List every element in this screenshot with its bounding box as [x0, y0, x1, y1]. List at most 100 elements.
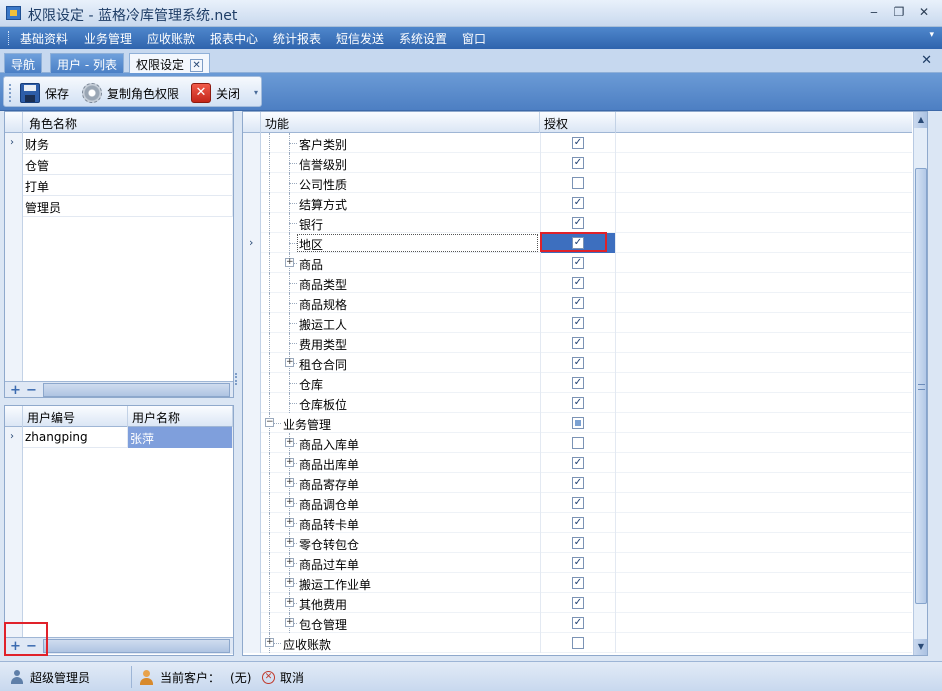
tree-function-cell[interactable]: + 商品寄存单	[261, 473, 541, 493]
auth-cell[interactable]: ✓	[540, 593, 616, 613]
tree-function-cell[interactable]: 银行	[261, 213, 541, 233]
roles-horizontal-scrollbar[interactable]	[43, 383, 230, 397]
auth-checkbox[interactable]: ✓	[572, 137, 584, 149]
menu-overflow-icon[interactable]: ▾	[929, 30, 934, 40]
tree-row[interactable]: + 零仓转包仓 ✓	[243, 533, 912, 553]
panel-close-icon[interactable]: ✕	[921, 53, 932, 68]
expand-icon[interactable]: +	[285, 458, 294, 467]
auth-checkbox[interactable]: ✓	[572, 617, 584, 629]
scroll-up-icon[interactable]: ▲	[914, 112, 927, 128]
auth-cell[interactable]: ✓	[540, 213, 616, 233]
save-button[interactable]: 保存	[20, 82, 69, 104]
tree-row[interactable]: 公司性质	[243, 173, 912, 193]
expand-icon[interactable]: +	[285, 258, 294, 267]
tree-function-cell[interactable]: − 业务管理	[261, 413, 541, 433]
auth-checkbox[interactable]: ✓	[572, 277, 584, 289]
auth-cell[interactable]: ✓	[540, 533, 616, 553]
tree-function-cell[interactable]: 仓库	[261, 373, 541, 393]
expand-icon[interactable]: +	[285, 578, 294, 587]
tree-function-cell[interactable]: 客户类别	[261, 133, 541, 153]
tree-vertical-scrollbar[interactable]: ▲ ▼	[913, 112, 927, 655]
role-name-cell[interactable]: 管理员	[23, 196, 233, 217]
auth-cell[interactable]: ✓	[540, 253, 616, 273]
tree-function-cell[interactable]: + 搬运工作业单	[261, 573, 541, 593]
tree-function-cell[interactable]: + 商品	[261, 253, 541, 273]
table-row[interactable]: 仓管	[5, 154, 233, 175]
auth-cell[interactable]: ✓	[540, 273, 616, 293]
collapse-icon[interactable]: −	[265, 418, 274, 427]
auth-checkbox[interactable]: ✓	[572, 597, 584, 609]
tree-function-cell[interactable]: 信誉级别	[261, 153, 541, 173]
menu-item-window[interactable]: 窗口	[462, 30, 486, 47]
auth-cell[interactable]: ✓	[540, 133, 616, 153]
remove-role-button[interactable]: −	[26, 383, 37, 397]
tree-row[interactable]: + 搬运工作业单 ✓	[243, 573, 912, 593]
tab-user-list[interactable]: 用户 - 列表	[50, 53, 124, 73]
table-row[interactable]: 管理员	[5, 196, 233, 217]
auth-cell[interactable]: ✓	[540, 453, 616, 473]
auth-checkbox[interactable]: ✓	[572, 497, 584, 509]
tree-row[interactable]: + 租仓合同 ✓	[243, 353, 912, 373]
tree-row[interactable]: + 商品入库单	[243, 433, 912, 453]
auth-checkbox[interactable]: ✓	[572, 357, 584, 369]
auth-cell[interactable]: ✓	[540, 493, 616, 513]
auth-checkbox[interactable]: ✓	[572, 577, 584, 589]
tree-function-cell[interactable]: + 商品调仓单	[261, 493, 541, 513]
auth-cell[interactable]: ✓	[540, 373, 616, 393]
table-row[interactable]: › zhangping 张萍	[5, 427, 233, 448]
tree-function-cell[interactable]: + 商品过车单	[261, 553, 541, 573]
column-header-role-name[interactable]: 角色名称	[23, 112, 233, 133]
status-cancel-button[interactable]: ✕ 取消	[262, 669, 304, 686]
tree-row[interactable]: 银行 ✓	[243, 213, 912, 233]
tree-row[interactable]: 仓库 ✓	[243, 373, 912, 393]
role-name-cell[interactable]: 打单	[23, 175, 233, 196]
scroll-thumb[interactable]	[915, 168, 927, 604]
menu-item-reports[interactable]: 报表中心	[210, 30, 258, 47]
tree-row[interactable]: 仓库板位 ✓	[243, 393, 912, 413]
tree-function-cell[interactable]: 费用类型	[261, 333, 541, 353]
tree-function-cell[interactable]: 地区	[261, 233, 541, 253]
menu-item-settings[interactable]: 系统设置	[399, 30, 447, 47]
auth-checkbox[interactable]	[572, 637, 584, 649]
tree-row[interactable]: + 商品出库单 ✓	[243, 453, 912, 473]
tree-row[interactable]: 费用类型 ✓	[243, 333, 912, 353]
auth-checkbox[interactable]: ✓	[572, 297, 584, 309]
scroll-down-icon[interactable]: ▼	[914, 639, 927, 655]
add-role-button[interactable]: +	[10, 383, 21, 397]
tree-row[interactable]: 结算方式 ✓	[243, 193, 912, 213]
tree-function-cell[interactable]: 公司性质	[261, 173, 541, 193]
role-name-cell[interactable]: 财务	[23, 133, 233, 154]
close-window-button[interactable]: ✕	[914, 5, 934, 21]
auth-cell[interactable]: ✓	[540, 353, 616, 373]
auth-cell[interactable]: ✓	[540, 573, 616, 593]
tree-function-cell[interactable]: + 商品转卡单	[261, 513, 541, 533]
tree-row[interactable]: + 包仓管理 ✓	[243, 613, 912, 633]
tree-function-cell[interactable]: 商品类型	[261, 273, 541, 293]
table-row[interactable]: › 财务	[5, 133, 233, 154]
auth-checkbox[interactable]: ✓	[572, 197, 584, 209]
menu-item-basic-data[interactable]: 基础资料	[20, 30, 68, 47]
expand-icon[interactable]: +	[285, 618, 294, 627]
auth-checkbox[interactable]: ✓	[572, 217, 584, 229]
expand-icon[interactable]: +	[285, 438, 294, 447]
auth-checkbox[interactable]	[572, 417, 584, 429]
tree-row[interactable]: 客户类别 ✓	[243, 133, 912, 153]
expand-icon[interactable]: +	[285, 478, 294, 487]
auth-checkbox[interactable]	[572, 437, 584, 449]
tree-row[interactable]: + 商品转卡单 ✓	[243, 513, 912, 533]
expand-icon[interactable]: +	[285, 598, 294, 607]
copy-role-permissions-button[interactable]: 复制角色权限	[82, 82, 179, 104]
auth-cell[interactable]: ✓	[540, 553, 616, 573]
tree-row[interactable]: 商品规格 ✓	[243, 293, 912, 313]
menu-item-sms[interactable]: 短信发送	[336, 30, 384, 47]
auth-cell[interactable]: ✓	[540, 613, 616, 633]
tree-function-cell[interactable]: 搬运工人	[261, 313, 541, 333]
tree-function-cell[interactable]: + 零仓转包仓	[261, 533, 541, 553]
tree-function-cell[interactable]: 仓库板位	[261, 393, 541, 413]
auth-cell[interactable]: ✓	[540, 293, 616, 313]
menu-item-business[interactable]: 业务管理	[84, 30, 132, 47]
panel-splitter[interactable]	[234, 111, 240, 656]
expand-icon[interactable]: +	[285, 358, 294, 367]
toolbar-overflow-icon[interactable]: ▾	[254, 88, 258, 97]
close-button[interactable]: ✕ 关闭	[191, 82, 240, 104]
